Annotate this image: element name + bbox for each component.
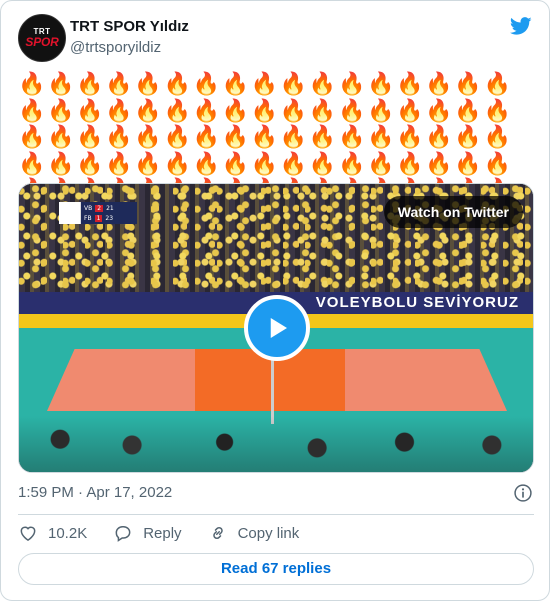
foreground-people	[19, 416, 533, 472]
tweet-timestamp[interactable]: 1:59 PM · Apr 17, 2022	[18, 484, 172, 501]
trt-spor-logo: TRT SPOR	[25, 28, 59, 49]
read-replies-button[interactable]: Read 67 replies	[18, 553, 534, 585]
copy-link-button[interactable]: Copy link	[208, 523, 300, 543]
team1-points: 21	[106, 204, 114, 212]
video-media[interactable]: VOLEYBOLU SEVİYORUZ VB 2 21 FB 1 23 Watc…	[18, 183, 534, 473]
reply-label: Reply	[143, 524, 182, 542]
twitter-bird-icon[interactable]	[509, 15, 533, 37]
author-name[interactable]: TRT SPOR Yıldız	[70, 18, 189, 35]
like-count: 10.2K	[48, 524, 88, 542]
scoreboard: VB 2 21 FB 1 23	[59, 202, 137, 224]
scoreboard-row-team1: VB 2 21	[84, 204, 134, 212]
like-button[interactable]: 10.2K	[18, 523, 87, 543]
reply-bubble-icon	[115, 526, 131, 542]
watch-on-twitter-button[interactable]: Watch on Twitter	[383, 196, 523, 228]
scoreboard-row-team2: FB 1 23	[84, 214, 134, 222]
logo-spor-text: SPOR	[25, 35, 59, 49]
team1-sets: 2	[95, 204, 104, 212]
team2-points: 23	[105, 214, 114, 222]
play-icon	[270, 318, 287, 338]
scoreboard-logo	[59, 202, 81, 224]
team1-name: VB	[84, 204, 93, 212]
info-icon[interactable]	[513, 483, 533, 503]
heart-icon	[20, 526, 36, 541]
reply-button[interactable]: Reply	[113, 523, 182, 543]
tweet-card: TRT SPOR TRT SPOR Yıldız @trtsporyildiz …	[0, 0, 550, 601]
team2-sets: 1	[94, 214, 103, 222]
play-button[interactable]	[244, 295, 310, 361]
action-bar: 10.2K Reply Copy link	[18, 521, 325, 545]
divider	[18, 514, 534, 515]
avatar[interactable]: TRT SPOR	[18, 14, 66, 62]
link-icon	[212, 526, 223, 540]
author-handle[interactable]: @trtsporyildiz	[70, 39, 161, 56]
team2-name: FB	[84, 214, 92, 222]
copy-link-label: Copy link	[237, 524, 300, 542]
